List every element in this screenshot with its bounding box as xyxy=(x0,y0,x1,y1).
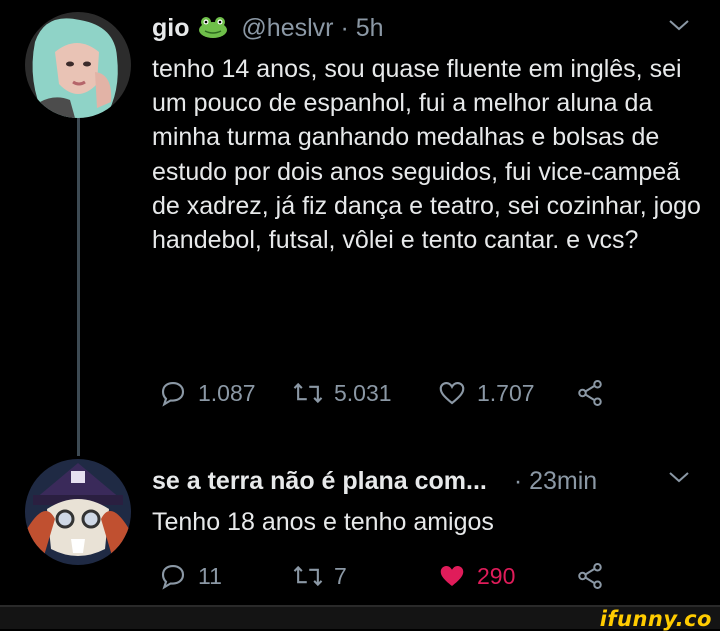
tweet-text: tenho 14 anos, sou quase fluente em ingl… xyxy=(152,55,701,255)
reply-button[interactable]: 11 xyxy=(158,561,222,591)
tweet-text: Tenho 18 anos e tenho amigos xyxy=(152,508,494,536)
separator: · xyxy=(513,467,523,495)
retweet-count: 5.031 xyxy=(334,379,392,406)
timestamp[interactable]: 23min xyxy=(529,467,597,495)
separator: · xyxy=(340,14,349,42)
ifunny-watermark: ifunny.co xyxy=(599,607,712,631)
share-button[interactable] xyxy=(575,378,605,408)
like-count: 1.707 xyxy=(477,379,535,406)
tweet-reply[interactable]: se a terra não é plana com... · 23min Te… xyxy=(0,450,720,605)
retweet-button[interactable]: 5.031 xyxy=(292,378,392,408)
like-button[interactable]: 290 xyxy=(437,561,515,591)
chevron-down-icon[interactable] xyxy=(668,470,690,484)
share-icon xyxy=(578,563,602,589)
share-icon xyxy=(578,380,602,406)
retweet-icon xyxy=(293,565,323,587)
like-count: 290 xyxy=(477,562,516,589)
retweet-count: 7 xyxy=(334,562,347,589)
reply-icon xyxy=(161,564,185,590)
timestamp[interactable]: 5h xyxy=(356,14,384,42)
tweet-header: se a terra não é plana com... · 23min xyxy=(152,467,597,496)
like-button[interactable]: 1.707 xyxy=(437,378,535,408)
tweet-header: gio @heslvr · 5h xyxy=(152,14,384,45)
retweet-icon xyxy=(293,382,323,404)
heart-icon xyxy=(440,566,464,586)
share-button[interactable] xyxy=(575,561,605,591)
avatar-gio[interactable] xyxy=(25,12,131,118)
reply-icon xyxy=(161,381,185,407)
thread-line xyxy=(77,118,80,456)
chevron-down-icon[interactable] xyxy=(668,18,690,32)
display-name[interactable]: se a terra não é plana com... xyxy=(152,467,487,495)
display-name[interactable]: gio xyxy=(152,14,190,42)
tweet-actions: 1.087 5.031 1.707 xyxy=(152,378,720,418)
handle[interactable]: @heslvr xyxy=(241,14,333,42)
reply-count: 1.087 xyxy=(198,379,256,406)
retweet-button[interactable]: 7 xyxy=(292,561,347,591)
reply-button[interactable]: 1.087 xyxy=(158,378,256,408)
tweet-actions: 11 7 290 xyxy=(152,561,720,601)
tweet-original[interactable]: gio @heslvr · 5h tenho 14 anos, sou quas… xyxy=(0,0,720,456)
frog-emoji-icon xyxy=(198,16,228,45)
heart-icon xyxy=(439,381,465,405)
avatar-reply[interactable] xyxy=(25,459,131,565)
reply-count: 11 xyxy=(198,562,222,589)
